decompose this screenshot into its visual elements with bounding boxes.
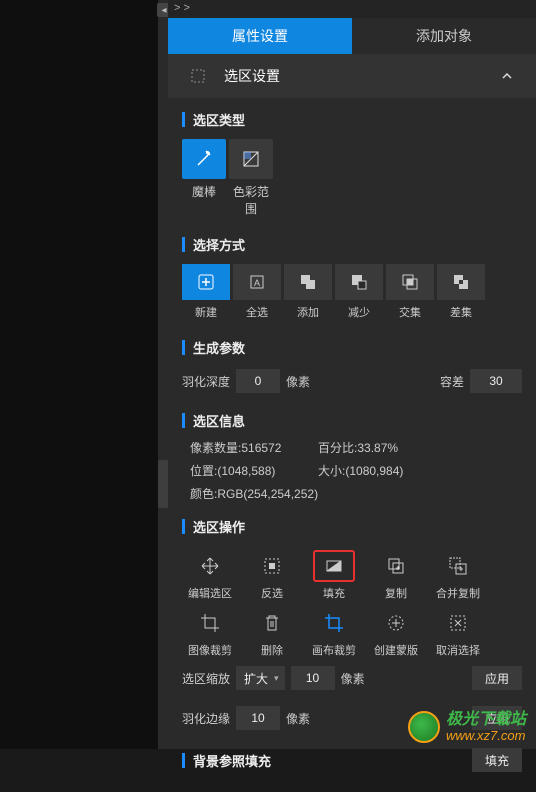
tabbar: 属性设置 添加对象 (168, 18, 536, 54)
label-sub: 减少 (335, 304, 383, 320)
mode-new[interactable] (182, 264, 230, 300)
merge-copy-icon (447, 555, 469, 577)
accent-bar-icon (182, 413, 185, 428)
label-new: 新建 (182, 304, 230, 320)
subtract-selection-icon (350, 273, 368, 291)
mask-icon (385, 612, 407, 634)
section-header-selection[interactable]: 选区设置 (168, 54, 536, 98)
mode-diff[interactable] (437, 264, 485, 300)
input-feather-edge[interactable] (236, 706, 280, 730)
input-feather-depth[interactable] (236, 369, 280, 393)
block-title-sel-mode: 选择方式 (168, 223, 536, 260)
deselect-icon (447, 612, 469, 634)
tool-magic-wand[interactable] (182, 139, 226, 179)
label-magic-wand: 魔棒 (182, 183, 226, 217)
accent-bar-icon (182, 519, 185, 534)
op-fill[interactable] (313, 550, 355, 582)
block-title-sel-ops: 选区操作 (168, 505, 536, 542)
selection-section-icon (190, 68, 206, 84)
tab-add-object[interactable]: 添加对象 (352, 18, 536, 54)
trash-icon (261, 612, 283, 634)
block-title-gen-params: 生成参数 (168, 326, 536, 363)
tool-color-range[interactable] (229, 139, 273, 179)
scroll-thumb[interactable] (158, 460, 168, 508)
watermark-url: www.xz7.com (446, 729, 526, 743)
label-sel-scale: 选区缩放 (182, 670, 230, 687)
section-title: 选区设置 (224, 66, 280, 86)
accent-bar-icon (182, 112, 185, 127)
canvas-vscroll[interactable] (158, 0, 168, 749)
diff-selection-icon (452, 273, 470, 291)
select-all-icon: A (248, 273, 266, 291)
label-tolerance: 容差 (440, 373, 464, 390)
accent-bar-icon (182, 753, 185, 768)
label-inter: 交集 (386, 304, 434, 320)
op-crop-image[interactable] (189, 607, 231, 639)
mode-add[interactable] (284, 264, 332, 300)
label-feather-edge: 羽化边缘 (182, 710, 230, 727)
label-add: 添加 (284, 304, 332, 320)
breadcrumb: > > (168, 0, 536, 18)
chevron-down-icon: ▾ (274, 673, 279, 684)
block-title-sel-info: 选区信息 (168, 399, 536, 436)
magic-wand-icon (194, 149, 214, 169)
btn-bg-fill[interactable]: 填充 (472, 748, 522, 772)
svg-text:A: A (254, 278, 260, 288)
op-merge-copy[interactable] (437, 550, 479, 582)
input-tolerance[interactable] (470, 369, 522, 393)
accent-bar-icon (182, 340, 185, 355)
intersect-selection-icon (401, 273, 419, 291)
mode-all[interactable]: A (233, 264, 281, 300)
invert-icon (261, 555, 283, 577)
new-selection-icon (197, 273, 215, 291)
op-invert[interactable] (251, 550, 293, 582)
unit-px: 像素 (286, 373, 310, 390)
btn-apply-scale[interactable]: 应用 (472, 666, 522, 690)
dropdown-scale-mode[interactable]: 扩大▾ (236, 666, 285, 690)
op-edit-selection[interactable] (189, 550, 231, 582)
label-color-range: 色彩范围 (229, 183, 273, 217)
globe-icon (408, 711, 440, 743)
mode-sub[interactable] (335, 264, 383, 300)
block-title-bg-fill: 背景参照填充 (193, 751, 271, 770)
op-create-mask[interactable] (375, 607, 417, 639)
mode-intersect[interactable] (386, 264, 434, 300)
tab-properties[interactable]: 属性设置 (168, 18, 352, 54)
label-diff: 差集 (437, 304, 485, 320)
input-scale-amount[interactable] (291, 666, 335, 690)
move-icon (199, 555, 221, 577)
chevron-up-icon (500, 69, 514, 83)
label-feather-depth: 羽化深度 (182, 373, 230, 390)
fill-icon (323, 555, 345, 577)
color-range-icon (241, 149, 261, 169)
add-selection-icon (299, 273, 317, 291)
watermark-name: 极光下载站 (446, 711, 526, 729)
op-copy[interactable] (375, 550, 417, 582)
label-all: 全选 (233, 304, 281, 320)
crop-image-icon (199, 612, 221, 634)
accent-bar-icon (182, 237, 185, 252)
op-deselect[interactable] (437, 607, 479, 639)
copy-icon (385, 555, 407, 577)
block-title-sel-type: 选区类型 (168, 98, 536, 135)
watermark: 极光下载站 www.xz7.com (408, 711, 526, 743)
op-crop-canvas[interactable] (313, 607, 355, 639)
op-delete[interactable] (251, 607, 293, 639)
canvas-area (0, 0, 160, 749)
crop-canvas-icon (323, 612, 345, 634)
right-panel: > > 属性设置 添加对象 选区设置 选区类型 魔棒 色彩范围 (168, 0, 536, 749)
